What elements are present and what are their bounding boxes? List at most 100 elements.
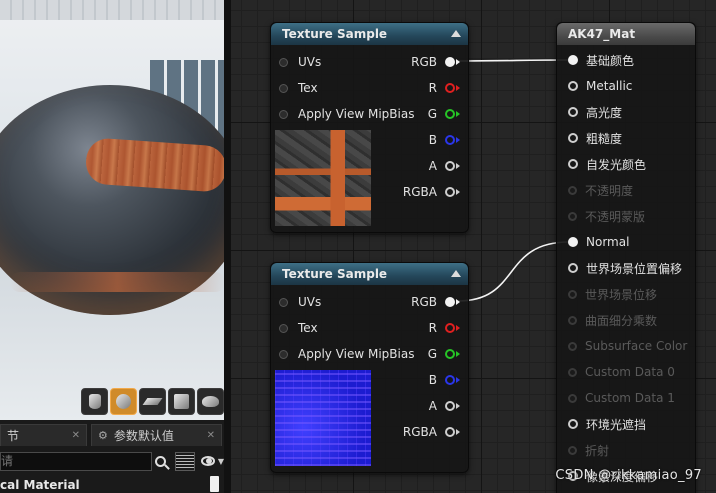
material-graph[interactable]: Texture Sample UVs Tex Apply View MipBia…: [231, 0, 716, 493]
pin-label: RGBA: [402, 425, 437, 439]
search-input[interactable]: [0, 451, 152, 471]
tab-details-label: 节: [7, 429, 20, 443]
close-icon[interactable]: ✕: [72, 430, 80, 441]
tab-details[interactable]: 节 ✕: [0, 424, 87, 446]
sphere-preview-button[interactable]: [110, 388, 137, 415]
collapse-icon[interactable]: [451, 30, 461, 37]
texture-thumbnail-normal[interactable]: [275, 370, 371, 466]
material-input-pin[interactable]: Custom Data 1: [568, 388, 675, 408]
pin-label: R: [428, 321, 437, 335]
pin-icon: [568, 237, 578, 247]
pin-icon: [445, 297, 455, 307]
material-input-pin[interactable]: 不透明蒙版: [568, 206, 645, 226]
output-pin-b[interactable]: B: [429, 130, 460, 150]
node-header[interactable]: AK47_Mat: [557, 23, 695, 45]
cube-preview-button[interactable]: [168, 388, 195, 415]
panel-splitter[interactable]: [224, 0, 231, 493]
node-header[interactable]: Texture Sample: [271, 23, 468, 45]
output-pin-rgb[interactable]: RGB: [411, 52, 460, 72]
input-pin-uvs[interactable]: UVs: [279, 292, 321, 312]
output-pin-rgb[interactable]: RGB: [411, 292, 460, 312]
pin-label: Tex: [298, 321, 318, 335]
tab-parameter-defaults[interactable]: ⚙ 参数默认值 ✕: [91, 424, 222, 446]
pin-label: G: [427, 107, 437, 121]
teapot-preview-icon: [202, 396, 219, 407]
output-pin-a[interactable]: A: [429, 396, 460, 416]
sphere-preview-icon: [116, 394, 131, 409]
texture-sample-node-1[interactable]: Texture Sample UVs Tex Apply View MipBia…: [270, 22, 469, 233]
texture-thumbnail-diffuse[interactable]: [275, 130, 371, 226]
material-input-pin[interactable]: 世界场景位置偏移: [568, 258, 682, 278]
pin-label: 不透明蒙版: [585, 209, 646, 224]
material-input-pin[interactable]: 世界场景位移: [568, 284, 657, 304]
material-input-pin[interactable]: 折射: [568, 440, 609, 460]
pin-label: RGBA: [402, 185, 437, 199]
input-pin-tex[interactable]: Tex: [279, 318, 318, 338]
output-pin-a[interactable]: A: [429, 156, 460, 176]
pin-label: 基础颜色: [586, 53, 635, 68]
material-input-pin[interactable]: 曲面细分乘数: [568, 310, 657, 330]
pin-icon: [445, 83, 455, 93]
grid-view-icon[interactable]: [175, 451, 195, 471]
output-pin-b[interactable]: B: [429, 370, 460, 390]
pin-icon: [445, 401, 455, 411]
pin-label: Apply View MipBias: [298, 107, 415, 121]
pin-icon: [445, 187, 455, 197]
output-pin-rgba[interactable]: RGBA: [403, 182, 460, 202]
cylinder-preview-button[interactable]: [81, 388, 108, 415]
category-header[interactable]: cal Material: [0, 478, 80, 492]
pin-label: A: [428, 159, 437, 173]
preview-viewport[interactable]: [0, 0, 224, 420]
pin-label: Metallic: [586, 79, 633, 93]
material-input-pin[interactable]: Subsurface Color: [568, 336, 687, 356]
plane-preview-button[interactable]: [139, 388, 166, 415]
pin-label: Normal: [586, 235, 630, 249]
pin-arrow-icon: [456, 403, 460, 409]
input-pin-mipbias[interactable]: Apply View MipBias: [279, 344, 414, 364]
input-pin-tex[interactable]: Tex: [279, 78, 318, 98]
pin-icon: [445, 135, 455, 145]
pin-arrow-icon: [456, 137, 460, 143]
pin-icon: [568, 133, 578, 143]
pin-icon: [445, 109, 455, 119]
material-input-pin[interactable]: Normal: [568, 232, 629, 252]
material-input-pin[interactable]: 高光度: [568, 102, 622, 122]
output-pin-rgba[interactable]: RGBA: [403, 422, 460, 442]
input-pin-uvs[interactable]: UVs: [279, 52, 321, 72]
material-input-pin[interactable]: 粗糙度: [568, 128, 622, 148]
output-pin-r[interactable]: R: [429, 78, 460, 98]
material-input-pin[interactable]: Metallic: [568, 76, 632, 96]
pin-label: 世界场景位置偏移: [586, 261, 683, 276]
collapse-icon[interactable]: [451, 270, 461, 277]
pin-icon: [445, 349, 455, 359]
material-editor: 节 ✕ ⚙ 参数默认值 ✕ ▼ cal Material: [0, 0, 716, 493]
search-button[interactable]: [152, 452, 169, 471]
cylinder-preview-icon: [88, 394, 101, 409]
pin-arrow-icon: [456, 59, 460, 65]
pin-label: RGB: [411, 55, 437, 69]
teapot-preview-button[interactable]: [197, 388, 224, 415]
close-icon[interactable]: ✕: [207, 430, 215, 441]
node-header[interactable]: Texture Sample: [271, 263, 468, 285]
texture-sample-node-2[interactable]: Texture Sample UVs Tex Apply View MipBia…: [270, 262, 469, 473]
output-pin-g[interactable]: G: [428, 104, 460, 124]
scrollbar-handle[interactable]: [210, 476, 219, 492]
pin-label: R: [428, 81, 437, 95]
material-result-node[interactable]: AK47_Mat 基础颜色 Metallic 高光度粗糙度自发光颜色不透明度不透明蒙…: [556, 22, 696, 493]
output-pin-g[interactable]: G: [428, 344, 460, 364]
material-input-pin[interactable]: 不透明度: [568, 180, 633, 200]
material-input-pin[interactable]: 自发光颜色: [568, 154, 646, 174]
material-input-pin[interactable]: 环境光遮挡: [568, 414, 646, 434]
pin-arrow-icon: [456, 163, 460, 169]
input-pin-mipbias[interactable]: Apply View MipBias: [279, 104, 414, 124]
eye-icon[interactable]: [200, 456, 215, 466]
output-pin-r[interactable]: R: [429, 318, 460, 338]
material-input-pin[interactable]: Custom Data 0: [568, 362, 675, 382]
pin-label: 世界场景位移: [585, 287, 658, 302]
material-input-pin[interactable]: 基础颜色: [568, 50, 634, 70]
pin-icon: [279, 297, 288, 307]
pin-label: Tex: [298, 81, 318, 95]
pin-label: 粗糙度: [586, 131, 623, 146]
pin-icon: [568, 315, 577, 325]
pin-icon: [568, 341, 577, 351]
